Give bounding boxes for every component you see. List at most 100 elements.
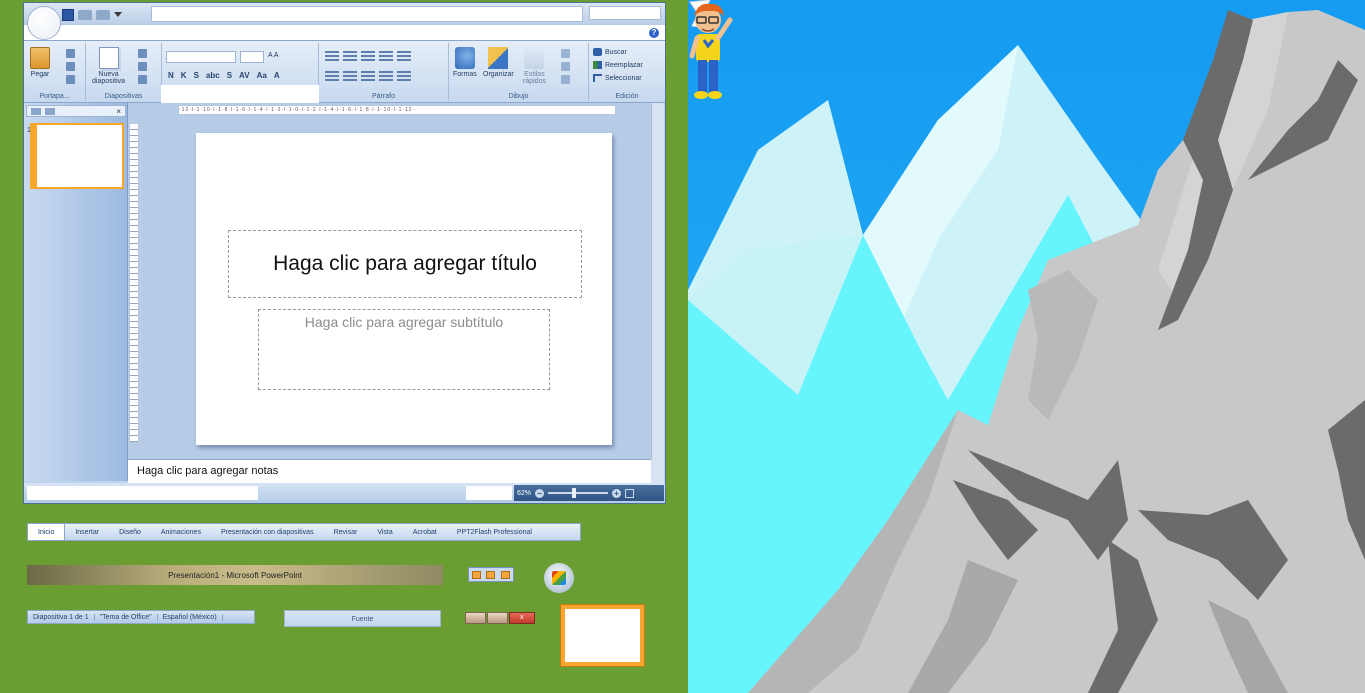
replace-label: Reemplazar: [605, 61, 643, 69]
zoom-slider-knob[interactable]: [572, 488, 577, 498]
cut-icon[interactable]: [66, 49, 75, 58]
status-theme[interactable]: "Tema de Office": [95, 613, 158, 621]
underline-button[interactable]: S: [194, 71, 199, 80]
quick-access-toolbar: [62, 7, 148, 22]
boy-character: [689, 3, 733, 99]
font-color-button[interactable]: A: [274, 71, 280, 80]
tab-vista[interactable]: Vista: [367, 524, 402, 540]
copy-icon[interactable]: [66, 62, 75, 71]
customize-toolbar-icon[interactable]: [114, 12, 122, 17]
notes-pane[interactable]: Haga clic para agregar notas: [128, 459, 657, 483]
tab-presentacion[interactable]: Presentación con diapositivas: [211, 524, 324, 540]
reset-icon[interactable]: [138, 62, 147, 71]
shadow-button[interactable]: S: [227, 71, 232, 80]
change-case-button[interactable]: Aa: [257, 71, 267, 80]
status-language[interactable]: Español (México): [158, 613, 223, 621]
drawing-group: Formas Organizar Estilos rápidos Dibujo: [449, 43, 589, 101]
undo-icon[interactable]: [78, 9, 92, 20]
zoom-slider[interactable]: [548, 488, 609, 498]
align-left-icon[interactable]: [325, 71, 339, 81]
bold-button[interactable]: N: [168, 71, 174, 80]
save-icon[interactable]: [62, 8, 74, 21]
office-logo-icon: [552, 571, 566, 585]
tab-diseno[interactable]: Diseño: [109, 524, 151, 540]
close-pane-icon[interactable]: ×: [116, 106, 121, 117]
subtitle-placeholder[interactable]: Haga clic para agregar subtítulo: [258, 309, 550, 390]
office-button[interactable]: [27, 6, 61, 40]
select-button[interactable]: Seleccionar: [593, 74, 642, 82]
tab-revisar[interactable]: Revisar: [324, 524, 368, 540]
shapes-button[interactable]: Formas: [453, 47, 477, 78]
align-right-icon[interactable]: [361, 71, 375, 81]
paragraph-group-label: Párrafo: [372, 93, 395, 100]
new-slide-button[interactable]: Nueva diapositiva: [92, 47, 125, 85]
ribbon-tabs-piece: Inicio Insertar Diseño Animaciones Prese…: [27, 523, 581, 541]
format-painter-icon[interactable]: [66, 75, 75, 84]
font-name-box[interactable]: [166, 51, 236, 63]
ribbon: Pegar Portapa... Nueva diapositiva Diapo…: [24, 41, 665, 103]
fit-to-window-icon[interactable]: [625, 488, 635, 498]
notes-scrollbar[interactable]: [651, 459, 664, 483]
maximize-icon[interactable]: [486, 612, 508, 624]
paragraph-group: Párrafo: [319, 43, 449, 101]
slideshow-view-icon[interactable]: [501, 570, 511, 579]
status-masked-left: [27, 486, 258, 500]
outline-tab-icon[interactable]: [45, 107, 55, 115]
editing-group-label: Edición: [615, 93, 639, 100]
slides-tab-icon[interactable]: [31, 107, 41, 115]
tab-insertar[interactable]: Insertar: [65, 524, 109, 540]
drawing-group-label: Dibujo: [508, 93, 529, 100]
title-placeholder[interactable]: Haga clic para agregar título: [228, 230, 582, 298]
decrease-indent-icon[interactable]: [361, 51, 375, 61]
redo-icon[interactable]: [96, 9, 110, 20]
tab-ppt2flash[interactable]: PPT2Flash Professional: [447, 524, 542, 540]
shape-outline-icon[interactable]: [561, 62, 570, 71]
zoom-in-icon[interactable]: +: [612, 488, 622, 498]
arrange-button[interactable]: Organizar: [483, 47, 514, 78]
minimize-icon[interactable]: [465, 612, 486, 624]
tab-inicio[interactable]: Inicio: [28, 524, 66, 540]
grow-shrink-font[interactable]: A A: [268, 52, 279, 59]
slide-thumbnail[interactable]: [30, 123, 124, 189]
quick-styles-button[interactable]: Estilos rápidos: [523, 47, 546, 85]
horizontal-ruler: ·12·l·1·10·l·1·8·l·1·6·l·1·4·l·1·2·l·1·0…: [178, 105, 616, 115]
align-center-icon[interactable]: [343, 71, 357, 81]
shape-effects-icon[interactable]: [561, 75, 570, 84]
replace-button[interactable]: Reemplazar: [593, 61, 643, 69]
justify-icon[interactable]: [379, 71, 393, 81]
layout-icon[interactable]: [138, 49, 147, 58]
spacing-button[interactable]: AV: [239, 71, 250, 80]
mountain-illustration: [688, 0, 1365, 693]
tab-acrobat[interactable]: Acrobat: [403, 524, 447, 540]
sorter-view-icon[interactable]: [486, 570, 496, 579]
line-spacing-icon[interactable]: [397, 51, 411, 61]
find-button[interactable]: Buscar: [593, 48, 627, 56]
office-orb-button[interactable]: [544, 563, 574, 593]
shape-fill-icon[interactable]: [561, 49, 570, 58]
increase-indent-icon[interactable]: [379, 51, 393, 61]
bullets-icon[interactable]: [325, 51, 339, 61]
font-size-box[interactable]: [240, 51, 264, 63]
find-label: Buscar: [605, 48, 627, 56]
strikethrough-button[interactable]: abc: [206, 71, 220, 80]
list-buttons: [325, 51, 411, 61]
normal-view-icon[interactable]: [471, 570, 481, 579]
paste-button[interactable]: Pegar: [30, 47, 50, 78]
font-group-label-piece: Fuente: [284, 610, 441, 627]
close-icon[interactable]: x: [508, 612, 535, 624]
italic-button[interactable]: K: [181, 71, 187, 80]
thumbnail-piece-image: [565, 609, 640, 662]
slides-pane: × 1: [24, 103, 128, 481]
help-icon[interactable]: ?: [649, 28, 659, 38]
powerpoint-window: ? Pegar Portapa... Nueva diapositiva Dia…: [23, 2, 666, 504]
slide-editing-area: ·12·l·1·10·l·1·8·l·1·6·l·1·4·l·1·2·l·1·0…: [128, 103, 657, 459]
zoom-level[interactable]: 62%: [517, 490, 531, 497]
vertical-scrollbar[interactable]: [651, 103, 664, 459]
zoom-out-icon[interactable]: −: [535, 488, 545, 498]
tab-animaciones[interactable]: Animaciones: [151, 524, 211, 540]
delete-slide-icon[interactable]: [138, 75, 147, 84]
columns-icon[interactable]: [397, 71, 411, 81]
numbering-icon[interactable]: [343, 51, 357, 61]
slide-number: 1: [27, 127, 31, 134]
pane-tabs: ×: [26, 105, 126, 117]
